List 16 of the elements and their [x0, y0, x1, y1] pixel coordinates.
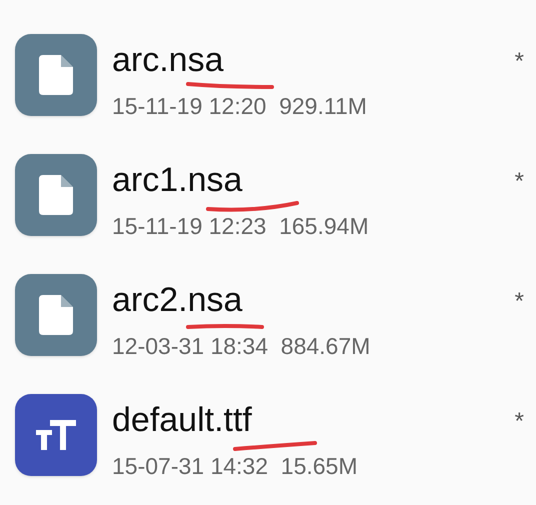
file-meta: 15-07-31 14:32 15.65M	[112, 452, 358, 480]
file-name: arc2.nsa	[112, 280, 242, 320]
marker: *	[514, 47, 524, 77]
file-name: default.ttf	[112, 400, 252, 440]
file-icon	[15, 34, 97, 116]
marker: *	[514, 407, 524, 437]
file-icon	[15, 154, 97, 236]
file-icon	[15, 274, 97, 356]
file-name: arc.nsa	[112, 40, 224, 80]
file-name: arc1.nsa	[112, 160, 242, 200]
marker: *	[514, 167, 524, 197]
marker: *	[514, 287, 524, 317]
file-meta: 15-11-19 12:20 929.11M	[112, 92, 367, 120]
file-meta: 12-03-31 18:34 884.67M	[112, 332, 370, 360]
file-meta: 15-11-19 12:23 165.94M	[112, 212, 369, 240]
font-icon	[15, 394, 97, 476]
